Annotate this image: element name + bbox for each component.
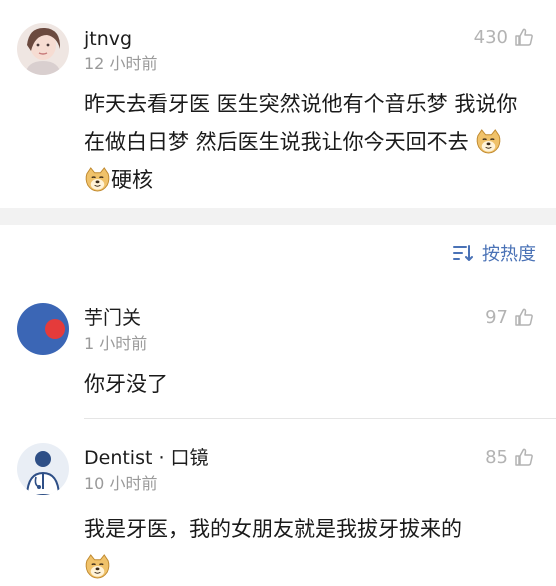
reply-item: Dentist · 口镜 10 小时前 85 我是牙医，我的女朋友就是我拔牙拔来… (0, 430, 556, 586)
thumbs-up-icon (515, 28, 533, 46)
avatar[interactable] (17, 443, 69, 495)
username[interactable]: 芋门关 (84, 306, 141, 330)
row-divider (84, 418, 556, 419)
comment-text: 你牙没了 (84, 372, 168, 396)
avatar[interactable] (17, 303, 69, 355)
like-count: 85 (485, 446, 508, 468)
comment-suffix: 硬核 (111, 168, 153, 192)
comment-page: jtnvg 12 小时前 430 昨天去看牙医 医生突然说他有个音乐梦 我说你在… (0, 0, 556, 586)
comment-text: 昨天去看牙医 医生突然说他有个音乐梦 我说你在做白日梦 然后医生说我让你今天回不… (84, 85, 536, 199)
sort-label: 按热度 (482, 244, 536, 265)
like-count: 97 (485, 306, 508, 328)
comment-text: 我是牙医，我的女朋友就是我拔牙拔来的 (84, 510, 536, 586)
timestamp: 10 小时前 (84, 474, 158, 493)
comment-body: 我是牙医，我的女朋友就是我拔牙拔来的 (84, 517, 462, 541)
like-button[interactable]: 97 (485, 305, 534, 329)
like-button[interactable]: 85 (485, 445, 534, 469)
section-divider (0, 208, 556, 225)
doge-emoji (85, 166, 110, 192)
avatar[interactable] (17, 23, 69, 75)
sort-icon (453, 245, 473, 261)
comment-body: 昨天去看牙医 医生突然说他有个音乐梦 我说你在做白日梦 然后医生说我让你今天回不… (84, 92, 518, 154)
timestamp: 1 小时前 (84, 334, 148, 353)
timestamp: 12 小时前 (84, 54, 158, 73)
avatar-photo (17, 23, 69, 75)
like-count: 430 (473, 26, 508, 48)
avatar-image (17, 443, 69, 495)
top-comment: jtnvg 12 小时前 430 昨天去看牙医 医生突然说他有个音乐梦 我说你在… (0, 0, 556, 208)
thumbs-up-icon (515, 448, 533, 466)
username[interactable]: jtnvg (84, 27, 132, 51)
sort-button[interactable]: 按热度 (452, 240, 536, 266)
reply-item: 芋门关 1 小时前 97 你牙没了 (0, 290, 556, 418)
username[interactable]: Dentist · 口镜 (84, 446, 209, 470)
avatar-image (17, 303, 69, 355)
like-button[interactable]: 430 (474, 25, 534, 49)
doge-emoji (477, 128, 501, 154)
doge-emoji (85, 553, 110, 579)
thumbs-up-icon (515, 308, 533, 326)
